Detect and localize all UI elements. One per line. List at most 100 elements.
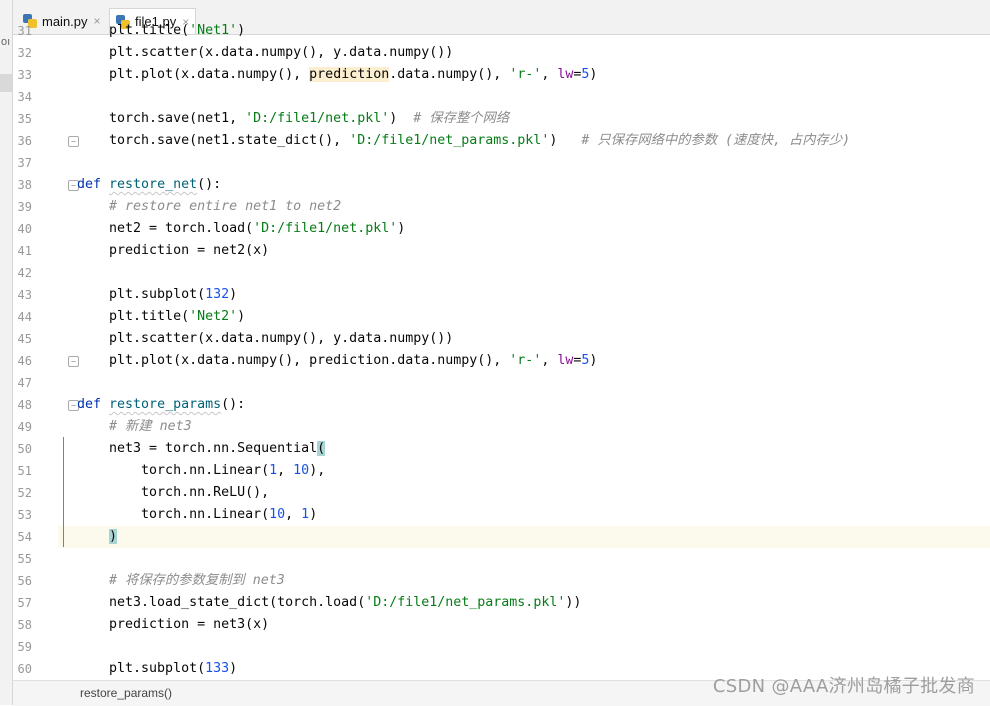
code-token: # restore entire net1 to net2 xyxy=(109,199,342,214)
line-number: 33 xyxy=(17,68,32,82)
code-token: 'Net1' xyxy=(189,23,238,38)
code-token: ) xyxy=(389,111,414,126)
line-number: 39 xyxy=(17,200,32,214)
code-line[interactable] xyxy=(58,636,990,658)
line-number: 40 xyxy=(17,222,32,236)
line-number: 57 xyxy=(17,596,32,610)
code-line[interactable]: net3 = torch.nn.Sequential( xyxy=(58,438,990,460)
line-number: 45 xyxy=(17,332,32,346)
code-token: 10 xyxy=(293,463,310,478)
code-token: )) xyxy=(565,595,582,610)
code-token: prediction xyxy=(309,67,390,82)
code-token: 'D:/file1/net.pkl' xyxy=(245,111,390,126)
code-token: plt.title( xyxy=(77,23,190,38)
code-token: ) xyxy=(397,221,406,236)
line-number: 50 xyxy=(17,442,32,456)
code-line[interactable] xyxy=(58,372,990,394)
code-line[interactable]: plt.subplot(132) xyxy=(58,284,990,306)
left-tool-strip: ıoı xyxy=(0,0,13,705)
code-token: 133 xyxy=(205,661,230,676)
code-token: ) xyxy=(549,133,582,148)
code-token: lw xyxy=(557,353,574,368)
line-number: 58 xyxy=(17,618,32,632)
code-token: torch.save(net1, xyxy=(77,111,246,126)
code-token: plt.scatter(x.data.numpy(), y.data.numpy… xyxy=(77,331,454,346)
code-token: 'D:/file1/net_params.pkl' xyxy=(349,133,550,148)
code-token: 132 xyxy=(205,287,230,302)
code-token: restore_net xyxy=(109,177,198,192)
code-token: 1 xyxy=(269,463,278,478)
line-number: 36 xyxy=(17,134,32,148)
line-number: 41 xyxy=(17,244,32,258)
line-number: 56 xyxy=(17,574,32,588)
code-token: # 新建 net3 xyxy=(109,419,192,434)
code-line[interactable]: plt.scatter(x.data.numpy(), y.data.numpy… xyxy=(58,328,990,350)
code-line[interactable]: net2 = torch.load('D:/file1/net.pkl') xyxy=(58,218,990,240)
breadcrumb[interactable]: restore_params() xyxy=(80,686,172,700)
code-line[interactable]: plt.plot(x.data.numpy(), prediction.data… xyxy=(58,64,990,86)
code-token: lw xyxy=(557,67,574,82)
code-token: plt.subplot( xyxy=(77,287,206,302)
code-line[interactable]: # restore entire net1 to net2 xyxy=(58,196,990,218)
line-number: 34 xyxy=(17,90,32,104)
code-token: ) xyxy=(109,529,118,544)
code-token: 'r-' xyxy=(509,353,542,368)
code-line[interactable]: plt.title('Net1') xyxy=(58,20,990,42)
code-token: , xyxy=(277,463,294,478)
code-line[interactable]: ) xyxy=(58,526,990,548)
code-token: plt.plot(x.data.numpy(), prediction.data… xyxy=(77,353,510,368)
code-line[interactable] xyxy=(58,86,990,108)
code-token: ) xyxy=(237,23,246,38)
code-token: ) xyxy=(237,309,246,324)
code-line[interactable]: torch.nn.ReLU(), xyxy=(58,482,990,504)
code-token: torch.nn.Linear( xyxy=(77,507,270,522)
code-line[interactable]: torch.nn.Linear(10, 1) xyxy=(58,504,990,526)
code-token: .data.numpy(), xyxy=(389,67,510,82)
code-line[interactable]: prediction = net3(x) xyxy=(58,614,990,636)
code-line[interactable]: plt.plot(x.data.numpy(), prediction.data… xyxy=(58,350,990,372)
code-line[interactable]: def restore_net(): xyxy=(58,174,990,196)
line-number: 38 xyxy=(17,178,32,192)
code-token: plt.plot(x.data.numpy(), xyxy=(77,67,310,82)
code-line[interactable]: # 将保存的参数复制到 net3 xyxy=(58,570,990,592)
tool-strip-label: ıoı xyxy=(0,36,11,48)
code-token: torch.nn.Linear( xyxy=(77,463,270,478)
code-line[interactable] xyxy=(58,152,990,174)
code-token: # 将保存的参数复制到 net3 xyxy=(109,573,285,588)
code-line[interactable]: torch.nn.Linear(1, 10), xyxy=(58,460,990,482)
line-number: 55 xyxy=(17,552,32,566)
code-token: torch.nn.ReLU(), xyxy=(77,485,270,500)
code-line[interactable]: plt.scatter(x.data.numpy(), y.data.numpy… xyxy=(58,42,990,64)
scope-indicator xyxy=(63,437,64,547)
code-editor[interactable]: plt.title('Net1') plt.scatter(x.data.num… xyxy=(58,23,990,680)
line-number: 54 xyxy=(17,530,32,544)
line-number: 31 xyxy=(17,24,32,38)
code-line[interactable] xyxy=(58,262,990,284)
code-line[interactable]: torch.save(net1.state_dict(), 'D:/file1/… xyxy=(58,130,990,152)
code-token: ) xyxy=(229,287,238,302)
code-line[interactable]: torch.save(net1, 'D:/file1/net.pkl') # 保… xyxy=(58,108,990,130)
line-number: 35 xyxy=(17,112,32,126)
tool-strip-marker[interactable] xyxy=(0,74,12,92)
code-line[interactable]: def restore_params(): xyxy=(58,394,990,416)
watermark: CSDN @AAA济州岛橘子批发商 xyxy=(712,676,975,697)
code-token: ) xyxy=(589,353,598,368)
code-token: prediction = net2(x) xyxy=(77,243,270,258)
code-token: ( xyxy=(317,441,326,456)
code-line[interactable]: plt.title('Net2') xyxy=(58,306,990,328)
code-token: prediction = net3(x) xyxy=(77,617,270,632)
code-token: # 保存整个网络 xyxy=(413,111,510,126)
code-token: (): xyxy=(197,177,222,192)
code-token: net3.load_state_dict(torch.load( xyxy=(77,595,366,610)
code-line[interactable]: prediction = net2(x) xyxy=(58,240,990,262)
code-line[interactable]: # 新建 net3 xyxy=(58,416,990,438)
code-token: , xyxy=(285,507,302,522)
code-line[interactable] xyxy=(58,548,990,570)
code-line[interactable]: net3.load_state_dict(torch.load('D:/file… xyxy=(58,592,990,614)
code-token: ) xyxy=(309,507,318,522)
line-number: 53 xyxy=(17,508,32,522)
